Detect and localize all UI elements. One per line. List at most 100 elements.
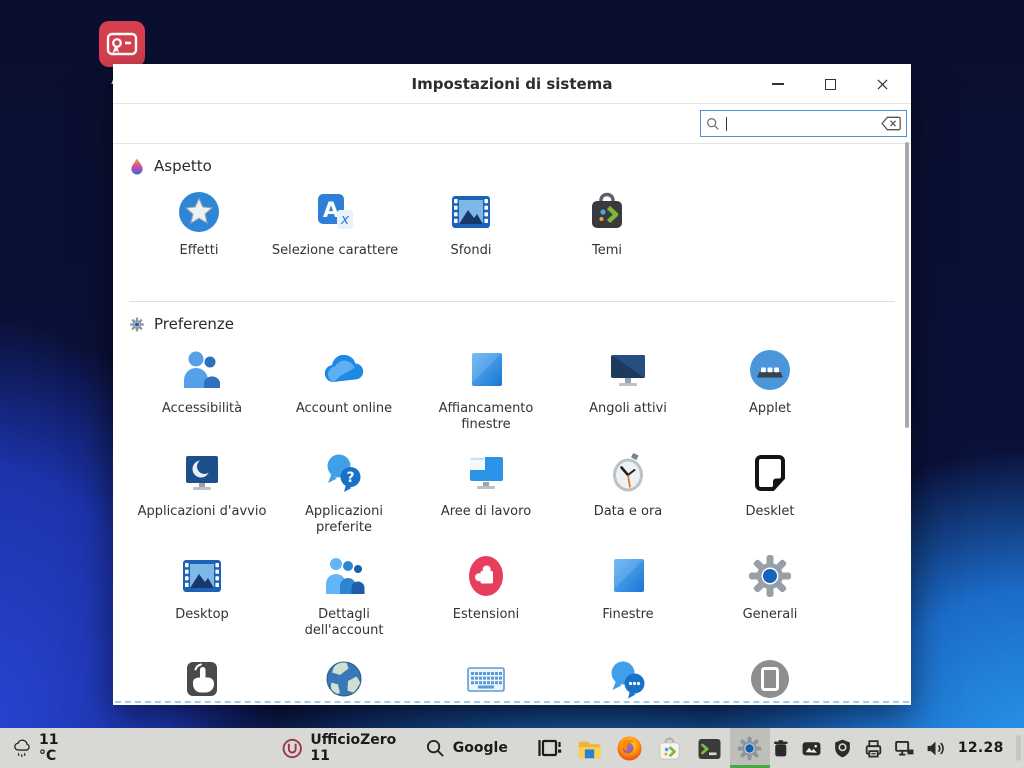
settings-item-label: Selezione carattere [272, 243, 398, 259]
settings-item-metodo-di[interactable]: Metodo di [415, 655, 557, 703]
settings-item-desktop[interactable]: Desktop [131, 552, 273, 646]
show-desktop-strip[interactable] [1016, 735, 1021, 761]
section-header-aspetto: Aspetto [129, 157, 895, 175]
settings-item-affiancamento-finestre[interactable]: Affiancamento finestre [415, 346, 557, 440]
settings-item-aree-di-lavoro[interactable]: Aree di lavoro [415, 449, 557, 543]
windows-square-icon [604, 552, 652, 600]
window-list-icon [536, 735, 563, 762]
screenshot-icon[interactable] [801, 738, 822, 759]
settings-item-dettagli-dell-account[interactable]: Dettagli dell'account [273, 552, 415, 646]
network-icon[interactable] [894, 738, 915, 759]
taskbar-app-terminal[interactable] [690, 728, 730, 768]
settings-item-generali[interactable]: Generali [699, 552, 841, 646]
settings-item-label: Aree di lavoro [441, 504, 531, 520]
screensaver-circle-icon [746, 655, 794, 703]
google-search-label: Google [453, 740, 508, 756]
section-preferenze: Preferenze Accessibilità Account online … [129, 315, 895, 703]
notifications-bubbles-icon [604, 655, 652, 703]
taskbar-app-system-settings[interactable] [730, 728, 770, 768]
taskbar-app-software-manager[interactable] [650, 728, 690, 768]
settings-item-label: Desktop [175, 607, 229, 623]
settings-item-temi[interactable]: Temi [539, 188, 675, 282]
languages-globe-icon [320, 655, 368, 703]
themes-bag-icon [583, 188, 631, 236]
desklets-note-icon [746, 449, 794, 497]
clear-search-icon[interactable] [881, 116, 901, 131]
general-gear-icon [746, 552, 794, 600]
settings-item-desklet[interactable]: Desklet [699, 449, 841, 543]
window-titlebar[interactable]: Impostazioni di sistema [113, 64, 911, 104]
settings-item-gestures-hand[interactable] [131, 655, 273, 703]
taskbar-app-file-manager[interactable] [570, 728, 610, 768]
input-method-keyboard-icon [462, 655, 510, 703]
menu-label: UfficioZero 11 [310, 732, 400, 764]
applets-circle-icon [746, 346, 794, 394]
taskbar-app-firefox[interactable] [610, 728, 650, 768]
settings-item-angoli-attivi[interactable]: Angoli attivi [557, 346, 699, 440]
close-button[interactable] [871, 73, 893, 95]
gestures-hand-icon [178, 655, 226, 703]
settings-item-label: Affiancamento finestre [421, 401, 551, 432]
terminal-icon [696, 735, 723, 762]
google-search-button[interactable]: Google [425, 738, 508, 759]
settings-item-applet[interactable]: Applet [699, 346, 841, 440]
gear-icon [129, 316, 145, 333]
system-tray [770, 738, 946, 759]
search-input[interactable] [700, 110, 907, 137]
accessibility-people-icon [178, 346, 226, 394]
settings-item-label: Generali [743, 607, 798, 623]
settings-item-label: Applicazioni d'avvio [138, 504, 267, 520]
section-divider [129, 301, 895, 302]
aruba-sign-desktop-icon[interactable] [98, 20, 146, 68]
droplet-icon [129, 158, 145, 175]
settings-item-applicazioni-d-avvio[interactable]: Applicazioni d'avvio [131, 449, 273, 543]
settings-item-label: Finestre [602, 607, 653, 623]
settings-item-finestre[interactable]: Finestre [557, 552, 699, 646]
printer-icon[interactable] [863, 738, 884, 759]
settings-item-accessibilita[interactable]: Accessibilità [131, 346, 273, 440]
date-time-clock-icon [604, 449, 652, 497]
settings-item-label: Accessibilità [162, 401, 242, 417]
minimize-icon [772, 83, 784, 85]
menu-button[interactable]: UfficioZero 11 [282, 732, 401, 764]
settings-item-sfondi[interactable]: Sfondi [403, 188, 539, 282]
tile-grid-aspetto: Effetti Ax Selezione carattere Sfondi Te… [129, 188, 895, 291]
settings-item-label: Effetti [180, 243, 219, 259]
section-aspetto: Aspetto Effetti Ax Selezione carattere S… [129, 157, 895, 291]
shield-icon[interactable] [832, 738, 853, 759]
svg-text:x: x [340, 212, 350, 228]
account-details-people-icon [320, 552, 368, 600]
wallpapers-filmstrip-icon [447, 188, 495, 236]
settings-window: Impostazioni di sistema [113, 64, 911, 705]
scroll-undershoot-indicator [115, 701, 909, 703]
settings-item-data-e-ora[interactable]: Data e ora [557, 449, 699, 543]
settings-item-label: Applet [749, 401, 791, 417]
extensions-puzzle-icon [462, 552, 510, 600]
taskbar-app-window-list[interactable] [530, 728, 570, 768]
font-selection-icon: Ax [311, 188, 359, 236]
volume-icon[interactable] [925, 738, 946, 759]
minimize-button[interactable] [767, 73, 789, 95]
taskbar: 11 °C UfficioZero 11 Google [0, 728, 1024, 768]
firefox-icon [616, 735, 643, 762]
settings-item-account-online[interactable]: Account online [273, 346, 415, 440]
maximize-icon [825, 79, 836, 90]
vertical-scrollbar[interactable] [905, 142, 909, 428]
weather-applet[interactable]: 11 °C [0, 732, 70, 764]
settings-item-label: Account online [296, 401, 392, 417]
settings-item-estensioni[interactable]: Estensioni [415, 552, 557, 646]
maximize-button[interactable] [819, 73, 841, 95]
settings-item-selezione-carattere[interactable]: Ax Selezione carattere [267, 188, 403, 282]
settings-item-screensaver-circle[interactable] [699, 655, 841, 703]
settings-item-notifications-bubbles[interactable] [557, 655, 699, 703]
clock[interactable]: 12.28 [958, 740, 1004, 756]
trash-icon[interactable] [770, 738, 791, 759]
settings-content: Aspetto Effetti Ax Selezione carattere S… [113, 144, 911, 703]
settings-item-label: Data e ora [594, 504, 663, 520]
effects-star-icon [175, 188, 223, 236]
settings-item-effetti[interactable]: Effetti [131, 188, 267, 282]
settings-item-applicazioni-preferite[interactable]: ? Applicazioni preferite [273, 449, 415, 543]
workspaces-monitor-icon [462, 449, 510, 497]
settings-item-languages-globe[interactable] [273, 655, 415, 703]
system-settings-icon [736, 735, 763, 762]
